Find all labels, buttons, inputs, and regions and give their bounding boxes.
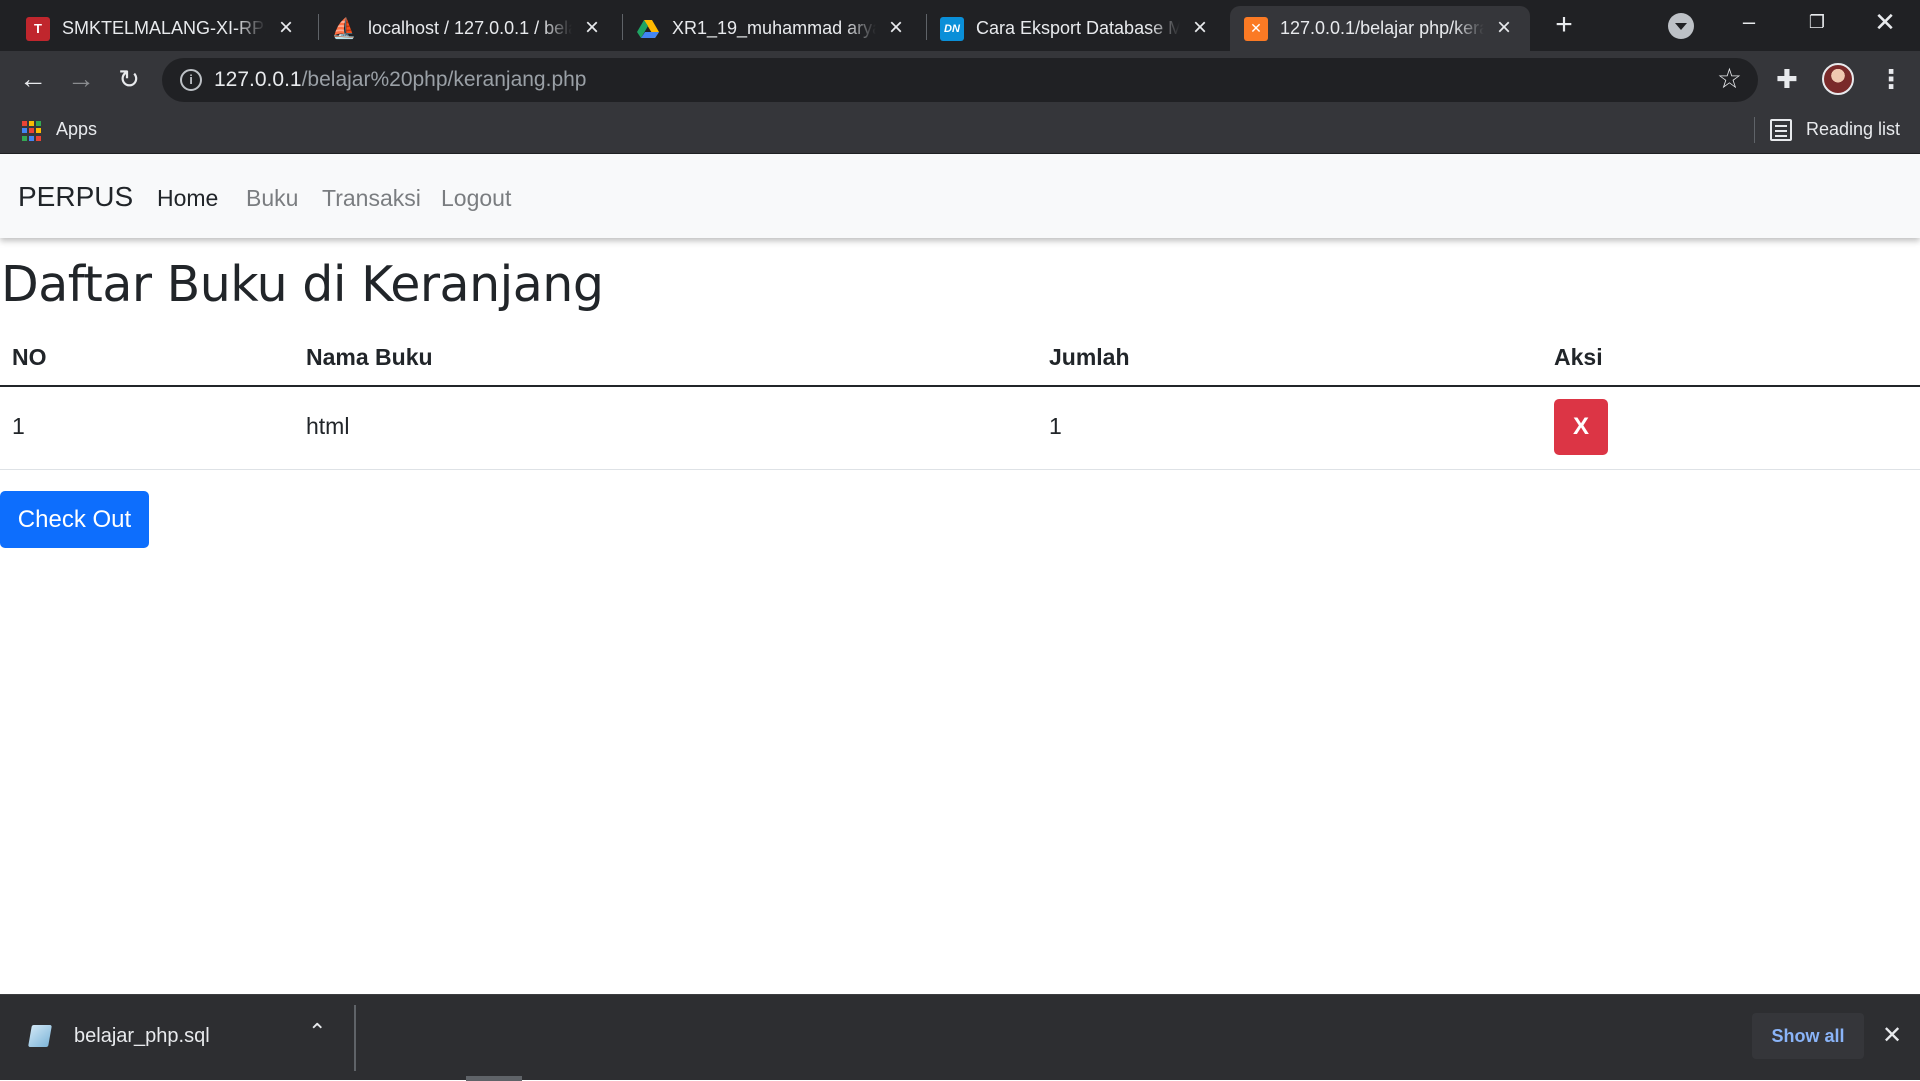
navbar-brand[interactable]: PERPUS <box>18 181 133 213</box>
column-header-jumlah: Jumlah <box>1037 330 1542 387</box>
tab-title: XR1_19_muhammad arya <box>672 18 876 38</box>
site-navbar: PERPUS Home Buku Transaksi Logout <box>0 154 1920 238</box>
tab-title: localhost / 127.0.0.1 / bela <box>368 18 572 38</box>
cell-nama-buku: html <box>294 386 1037 470</box>
close-icon[interactable]: ✕ <box>1882 1021 1902 1051</box>
sql-file-icon <box>28 1025 52 1047</box>
browser-toolbar: ← → ↻ i 127.0.0.1/belajar%20php/keranjan… <box>0 51 1920 107</box>
shelf-scrollbar[interactable] <box>466 1076 522 1081</box>
checkout-button[interactable]: Check Out <box>0 491 149 548</box>
xampp-icon: ✕ <box>1244 16 1268 41</box>
site-info-icon[interactable]: i <box>180 69 202 91</box>
bookmark-star-icon[interactable]: ☆ <box>1717 64 1742 94</box>
telkom-schools-icon: T <box>26 16 50 41</box>
chevron-up-icon[interactable]: ⌃ <box>308 1019 326 1045</box>
column-header-no: NO <box>0 330 294 387</box>
cell-jumlah: 1 <box>1037 386 1542 470</box>
close-tab-icon[interactable]: × <box>884 16 908 40</box>
url-path: /belajar%20php/keranjang.php <box>301 68 587 91</box>
cart-table: NO Nama Buku Jumlah Aksi 1 html 1 X <box>0 330 1920 470</box>
bookmarks-bar: Apps Reading list <box>0 107 1920 154</box>
reading-list-button[interactable]: Reading list <box>1806 119 1900 140</box>
close-window-button[interactable]: ✕ <box>1852 0 1918 44</box>
show-all-downloads-button[interactable]: Show all <box>1752 1013 1864 1059</box>
nav-link-buku[interactable]: Buku <box>246 185 298 212</box>
reading-list-icon[interactable] <box>1770 119 1792 141</box>
minimize-button[interactable]: – <box>1716 0 1782 44</box>
reload-button[interactable]: ↻ <box>112 63 146 97</box>
page-title: Daftar Buku di Keranjang <box>1 256 604 313</box>
phpmyadmin-icon: ⛵ <box>331 18 357 40</box>
back-button[interactable]: ← <box>16 63 50 97</box>
close-tab-icon[interactable]: × <box>274 16 298 40</box>
table-header-row: NO Nama Buku Jumlah Aksi <box>0 330 1920 387</box>
apps-shortcut[interactable]: Apps <box>56 119 97 140</box>
apps-grid-icon[interactable] <box>22 121 42 141</box>
restore-button[interactable]: ❐ <box>1784 0 1850 44</box>
browser-tab-active[interactable]: ✕ 127.0.0.1/belajar php/kera × <box>1230 6 1530 51</box>
download-file-name[interactable]: belajar_php.sql <box>74 1025 210 1048</box>
tab-title: SMKTELMALANG-XI-RPL- <box>62 18 266 38</box>
browser-tab[interactable]: T SMKTELMALANG-XI-RPL- × <box>12 6 312 51</box>
url-host: 127.0.0.1 <box>214 68 302 91</box>
close-tab-icon[interactable]: × <box>1492 16 1516 40</box>
column-header-aksi: Aksi <box>1542 330 1920 387</box>
tab-title: 127.0.0.1/belajar php/kera <box>1280 18 1484 38</box>
browser-tab[interactable]: ⛵ localhost / 127.0.0.1 / bela × <box>318 6 618 51</box>
new-tab-button[interactable]: + <box>1548 10 1580 40</box>
close-tab-icon[interactable]: × <box>580 16 604 40</box>
column-header-nama-buku: Nama Buku <box>294 330 1037 387</box>
browser-tab-strip: T SMKTELMALANG-XI-RPL- × ⛵ localhost / 1… <box>0 0 1920 51</box>
web-page: PERPUS Home Buku Transaksi Logout Daftar… <box>0 154 1920 994</box>
bookmark-divider <box>1754 117 1755 143</box>
download-divider <box>354 1005 356 1071</box>
nav-link-transaksi[interactable]: Transaksi <box>322 185 421 212</box>
remove-item-button[interactable]: X <box>1554 399 1608 455</box>
kebab-menu-icon[interactable]: ⋮ <box>1878 63 1904 95</box>
url-text[interactable]: 127.0.0.1/belajar%20php/keranjang.php <box>214 68 586 92</box>
tab-search-button[interactable] <box>1668 13 1694 39</box>
dn-logo-icon: DN <box>940 16 964 41</box>
browser-tab[interactable]: DN Cara Eksport Database My × <box>926 6 1226 51</box>
profile-avatar[interactable] <box>1822 63 1854 95</box>
tab-title: Cara Eksport Database My <box>976 18 1180 38</box>
address-bar[interactable]: i 127.0.0.1/belajar%20php/keranjang.php … <box>162 58 1758 102</box>
cell-no: 1 <box>0 386 294 470</box>
nav-link-logout[interactable]: Logout <box>441 185 511 212</box>
browser-tab[interactable]: XR1_19_muhammad arya × <box>622 6 922 51</box>
extensions-puzzle-icon[interactable]: ✚ <box>1776 63 1798 95</box>
forward-button[interactable]: → <box>64 63 98 97</box>
google-drive-icon <box>636 17 660 41</box>
table-row: 1 html 1 X <box>0 386 1920 470</box>
close-tab-icon[interactable]: × <box>1188 16 1212 40</box>
cell-aksi: X <box>1542 386 1920 470</box>
download-shelf: belajar_php.sql ⌃ Show all ✕ <box>0 994 1920 1081</box>
nav-link-home[interactable]: Home <box>157 185 218 212</box>
